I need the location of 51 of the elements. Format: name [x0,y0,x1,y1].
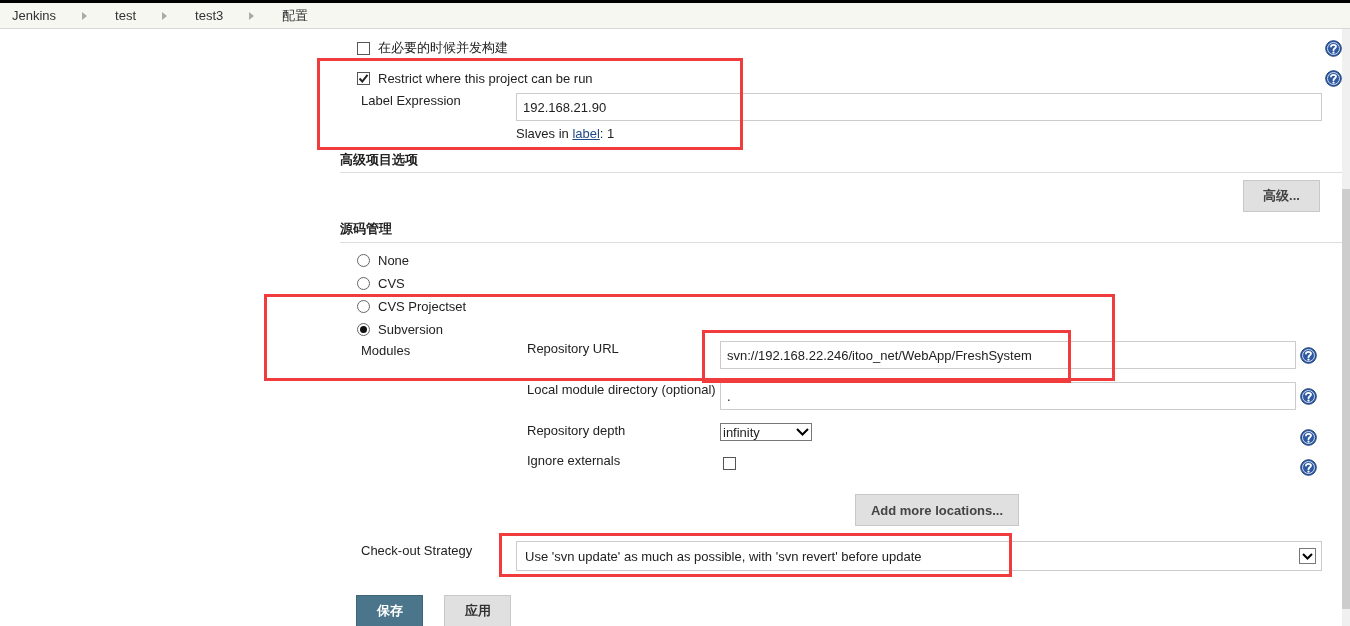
section-heading: 源码管理 [340,220,1342,243]
checkbox[interactable] [723,457,736,470]
caret-icon [796,428,809,436]
text-field[interactable]: svn://192.168.22.246/itoo_net/WebApp/FreshSystem [720,341,1296,369]
breadcrumb-link[interactable]: 配置 [282,6,309,25]
section-heading: 高级项目选项 [340,151,1342,173]
field-label: Repository depth [527,423,627,438]
field-label: Check-out Strategy [361,543,474,560]
radio-label: Subversion [378,322,444,337]
modules-label: Modules [360,343,412,360]
help-icon[interactable] [1300,459,1317,476]
dropdown[interactable]: Use 'svn update' as much as possible, with 'svn revert' before update [516,541,1322,571]
option-label: Restrict where this project can be run [378,70,593,86]
label-expression-field[interactable]: 192.168.21.90 [516,93,1322,121]
label-link[interactable]: label [572,126,600,141]
save-button[interactable]: 保存 [356,595,423,626]
help-icon[interactable] [1325,69,1342,87]
help-icon[interactable] [1300,429,1317,446]
radio-button[interactable] [357,254,370,267]
chevron-icon [82,11,88,20]
radio-button[interactable] [357,323,370,336]
caret-icon [1302,552,1313,560]
radio-label: CVS [378,276,405,291]
scrollbar[interactable] [1342,29,1350,626]
field-label: Label Expression [361,93,462,110]
radio-button[interactable] [357,300,370,313]
radio-label: None [378,253,410,268]
option-label: 在必要的时候并发构建 [378,39,508,57]
field-label: Ignore externals [527,453,622,468]
radio-button[interactable] [357,277,370,290]
radio-label: CVS Projectset [378,299,467,314]
chevron-icon [162,11,168,20]
dropdown-arrow-button[interactable] [1299,548,1316,564]
chevron-icon [249,11,255,20]
text-field[interactable]: . [720,382,1296,410]
help-icon[interactable] [1300,347,1317,364]
scrollbar-thumb[interactable] [1342,189,1350,609]
add-locations-button[interactable]: Add more locations... [855,494,1019,526]
breadcrumb-link[interactable]: test3 [195,8,224,23]
checkbox[interactable] [357,71,370,85]
help-icon[interactable] [1325,39,1342,57]
help-icon[interactable] [1300,388,1317,405]
breadcrumb-link[interactable]: test [115,8,137,23]
field-label: Local module directory (optional) [527,382,717,397]
field-label: Repository URL [527,341,620,356]
slaves-count-text: Slaves in label: 1 [516,126,616,141]
dropdown[interactable]: infinity [720,423,812,441]
apply-button[interactable]: 应用 [444,595,511,626]
advanced-button[interactable]: 高级... [1243,180,1320,212]
checkbox[interactable] [357,41,370,55]
breadcrumb-link[interactable]: Jenkins [12,8,57,23]
